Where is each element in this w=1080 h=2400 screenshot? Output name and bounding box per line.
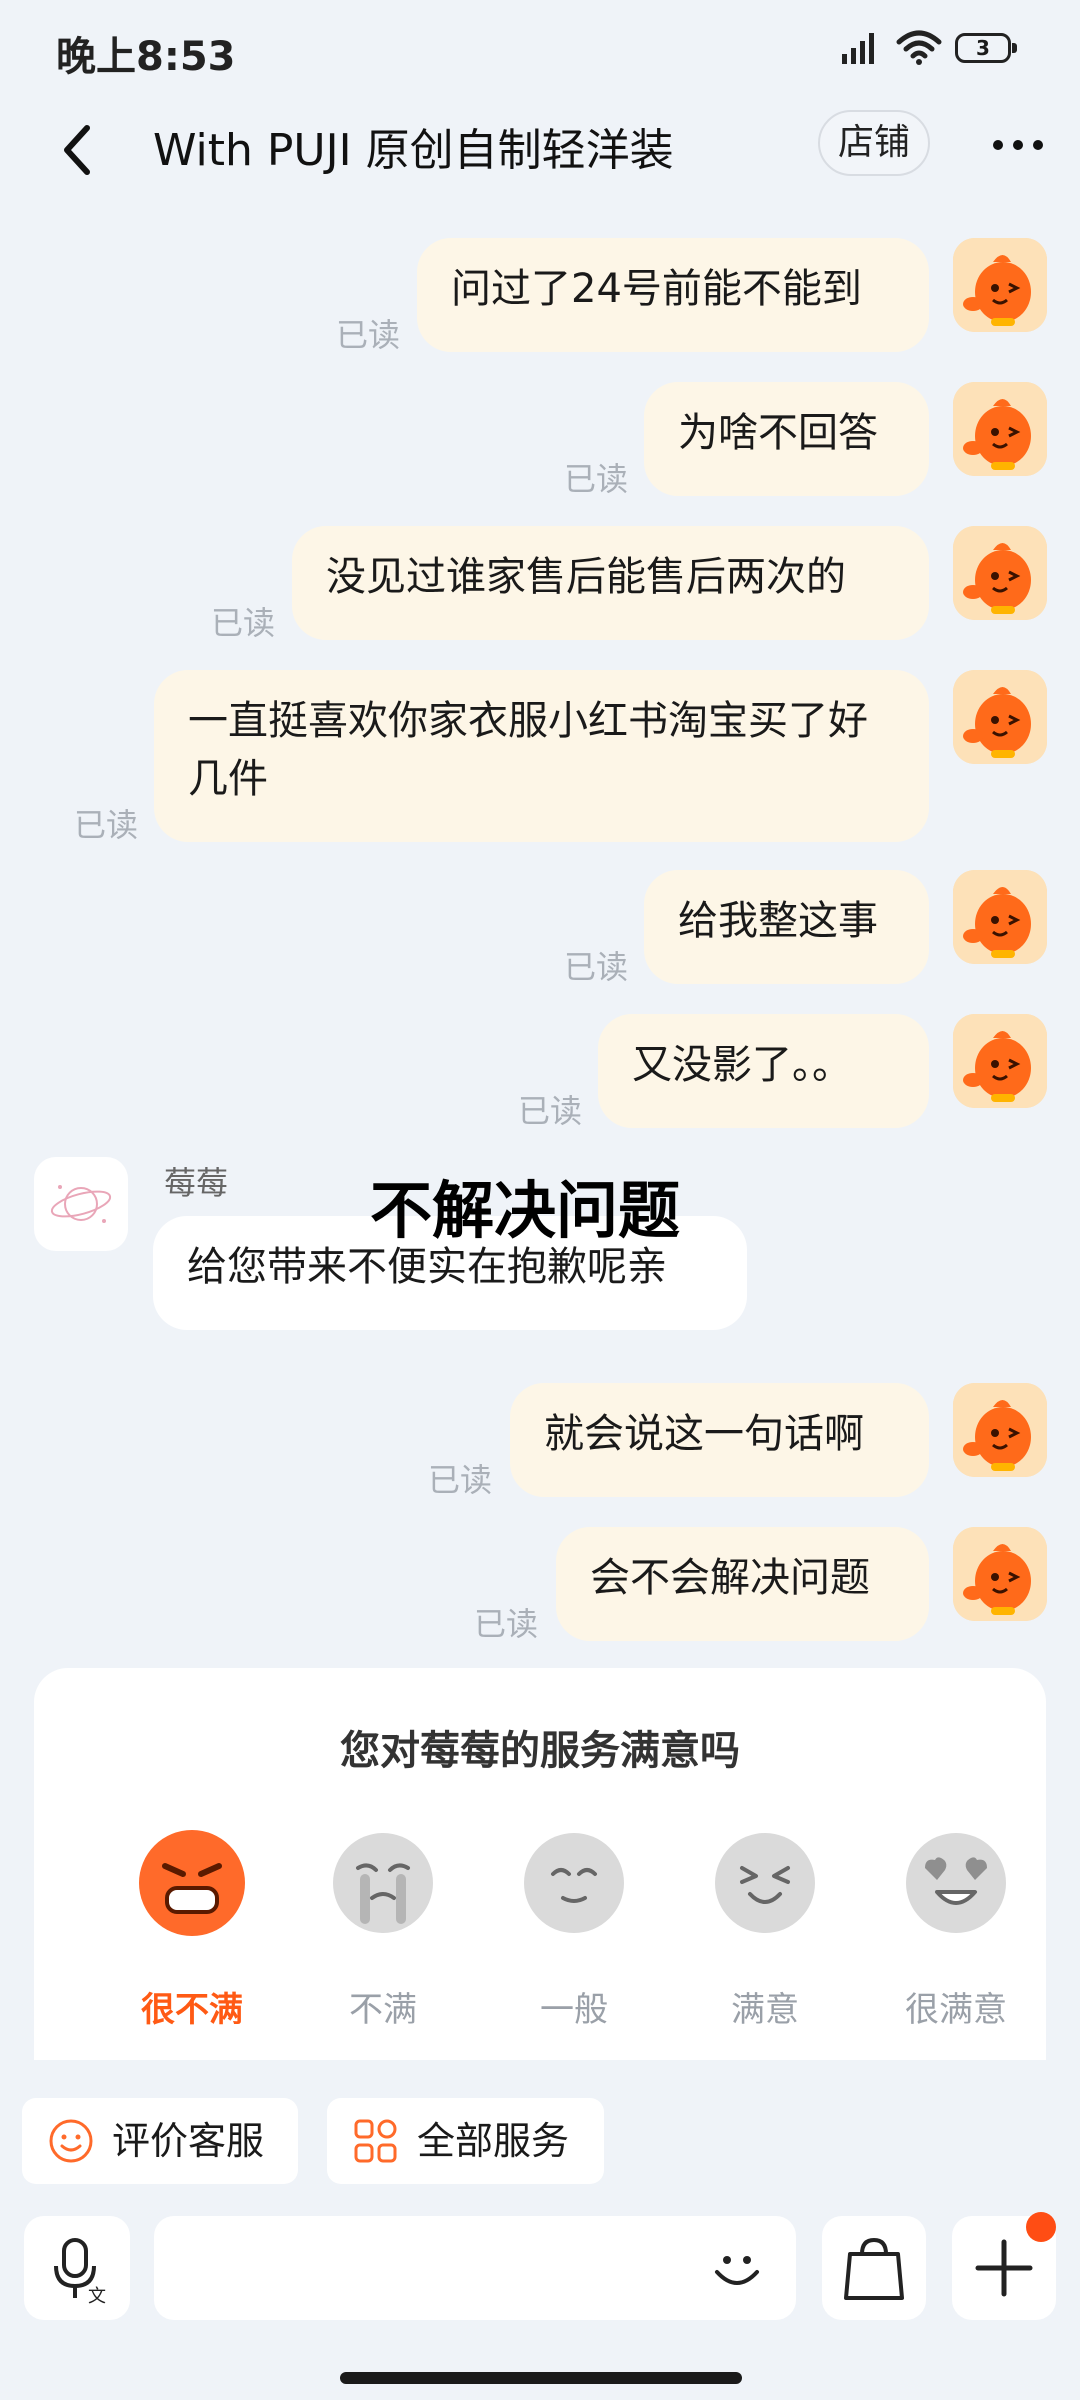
rating-label: 不满 xyxy=(349,1990,417,2030)
read-status: 已读 xyxy=(518,1092,583,1130)
message-text: 会不会解决问题 xyxy=(590,1555,870,1601)
avatar[interactable] xyxy=(953,870,1047,964)
rating-label: 很不满 xyxy=(141,1990,243,2030)
message-bubble[interactable]: 又没影了。。 xyxy=(598,1014,929,1128)
grid-services-icon xyxy=(354,2119,397,2163)
quick-action-label: 评价客服 xyxy=(112,2119,265,2163)
shop-button[interactable]: 店铺 xyxy=(818,110,930,176)
message-bubble[interactable]: 一直挺喜欢你家衣服小红书淘宝买了好几件 xyxy=(154,670,929,842)
message-bubble[interactable]: 问过了24号前能不能到 xyxy=(417,238,929,352)
avatar[interactable] xyxy=(953,1014,1047,1108)
status-bar: 晚上8:53 3 xyxy=(0,0,1080,100)
rating-label: 满意 xyxy=(731,1990,799,2030)
message-text: 一直挺喜欢你家衣服小红书淘宝买了好几件 xyxy=(188,698,868,802)
page-title: With PUJI 原创自制轻洋装 xyxy=(153,125,674,176)
svg-text:文: 文 xyxy=(88,2286,106,2307)
shopping-bag-icon xyxy=(844,2237,904,2300)
planet-logo-icon xyxy=(50,1185,112,1223)
mascot-avatar-icon xyxy=(953,1014,1047,1108)
angry-face-icon xyxy=(139,1830,245,1936)
agent-name: 莓莓 xyxy=(164,1164,229,1202)
avatar[interactable] xyxy=(953,526,1047,620)
rating-label: 一般 xyxy=(540,1990,608,2030)
battery-icon: 3 xyxy=(955,33,1017,63)
avatar[interactable] xyxy=(953,382,1047,476)
read-status: 已读 xyxy=(336,316,401,354)
mascot-avatar-icon xyxy=(953,670,1047,764)
overlay-caption: 不解决问题 xyxy=(370,1174,681,1247)
more-icon[interactable] xyxy=(990,120,1046,170)
wifi-icon xyxy=(896,30,942,65)
rating-card: 您对莓莓的服务满意吗 很不满 不满 一般 满意 很满意 xyxy=(34,1668,1046,2060)
rate-service-button[interactable]: 评价客服 xyxy=(22,2098,298,2184)
notification-dot xyxy=(1026,2212,1056,2242)
crying-face-icon xyxy=(333,1833,433,1933)
mascot-avatar-icon xyxy=(953,526,1047,620)
smile-icon xyxy=(49,2119,93,2163)
message-bubble[interactable]: 没见过谁家售后能售后两次的 xyxy=(292,526,929,640)
mascot-avatar-icon xyxy=(953,238,1047,332)
read-status: 已读 xyxy=(211,604,276,642)
message-text: 问过了24号前能不能到 xyxy=(451,266,862,312)
read-status: 已读 xyxy=(564,460,629,498)
read-status: 已读 xyxy=(74,806,139,844)
avatar[interactable] xyxy=(953,1383,1047,1477)
agent-avatar[interactable] xyxy=(34,1157,128,1251)
all-services-button[interactable]: 全部服务 xyxy=(327,2098,604,2184)
rating-very-satisfied[interactable]: 很满意 xyxy=(861,1828,1051,2031)
voice-input-button[interactable]: 文 xyxy=(24,2216,130,2320)
read-status: 已读 xyxy=(564,948,629,986)
signal-icon xyxy=(842,33,874,64)
microphone-icon: 文 xyxy=(54,2238,106,2307)
rating-label: 很满意 xyxy=(905,1990,1007,2030)
avatar[interactable] xyxy=(953,1527,1047,1621)
rating-very-dissatisfied[interactable]: 很不满 xyxy=(97,1828,287,2031)
avatar[interactable] xyxy=(953,238,1047,332)
mascot-avatar-icon xyxy=(953,1527,1047,1621)
status-time: 晚上8:53 xyxy=(56,34,236,80)
message-bubble[interactable]: 给我整这事 xyxy=(644,870,929,984)
avatar[interactable] xyxy=(953,670,1047,764)
chat-header: With PUJI 原创自制轻洋装 店铺 xyxy=(0,100,1080,210)
message-bubble[interactable]: 为啥不回答 xyxy=(644,382,929,496)
message-text: 给您带来不便实在抱歉呢亲 xyxy=(187,1244,667,1290)
quick-action-label: 全部服务 xyxy=(417,2119,570,2163)
orders-button[interactable] xyxy=(822,2216,926,2320)
heart-eyes-face-icon xyxy=(906,1833,1006,1933)
mascot-avatar-icon xyxy=(953,870,1047,964)
message-text: 没见过谁家售后能售后两次的 xyxy=(326,554,846,600)
rating-satisfied[interactable]: 满意 xyxy=(670,1828,860,2031)
message-text: 就会说这一句话啊 xyxy=(544,1411,864,1457)
home-indicator[interactable] xyxy=(340,2372,742,2384)
message-text: 给我整这事 xyxy=(678,898,878,944)
message-bubble[interactable]: 会不会解决问题 xyxy=(556,1527,929,1641)
read-status: 已读 xyxy=(474,1605,539,1643)
message-text: 为啥不回答 xyxy=(678,410,878,456)
mascot-avatar-icon xyxy=(953,382,1047,476)
neutral-face-icon xyxy=(524,1833,624,1933)
message-input[interactable] xyxy=(154,2216,796,2320)
rating-question: 您对莓莓的服务满意吗 xyxy=(340,1728,740,1774)
mascot-avatar-icon xyxy=(953,1383,1047,1477)
back-arrow-icon[interactable] xyxy=(55,120,105,180)
read-status: 已读 xyxy=(428,1461,493,1499)
happy-face-icon xyxy=(715,1833,815,1933)
rating-dissatisfied[interactable]: 不满 xyxy=(288,1828,478,2031)
message-bubble[interactable]: 就会说这一句话啊 xyxy=(510,1383,929,1497)
message-text: 又没影了。。 xyxy=(632,1042,852,1088)
rating-neutral[interactable]: 一般 xyxy=(479,1828,669,2031)
emoji-icon[interactable] xyxy=(707,2238,767,2298)
